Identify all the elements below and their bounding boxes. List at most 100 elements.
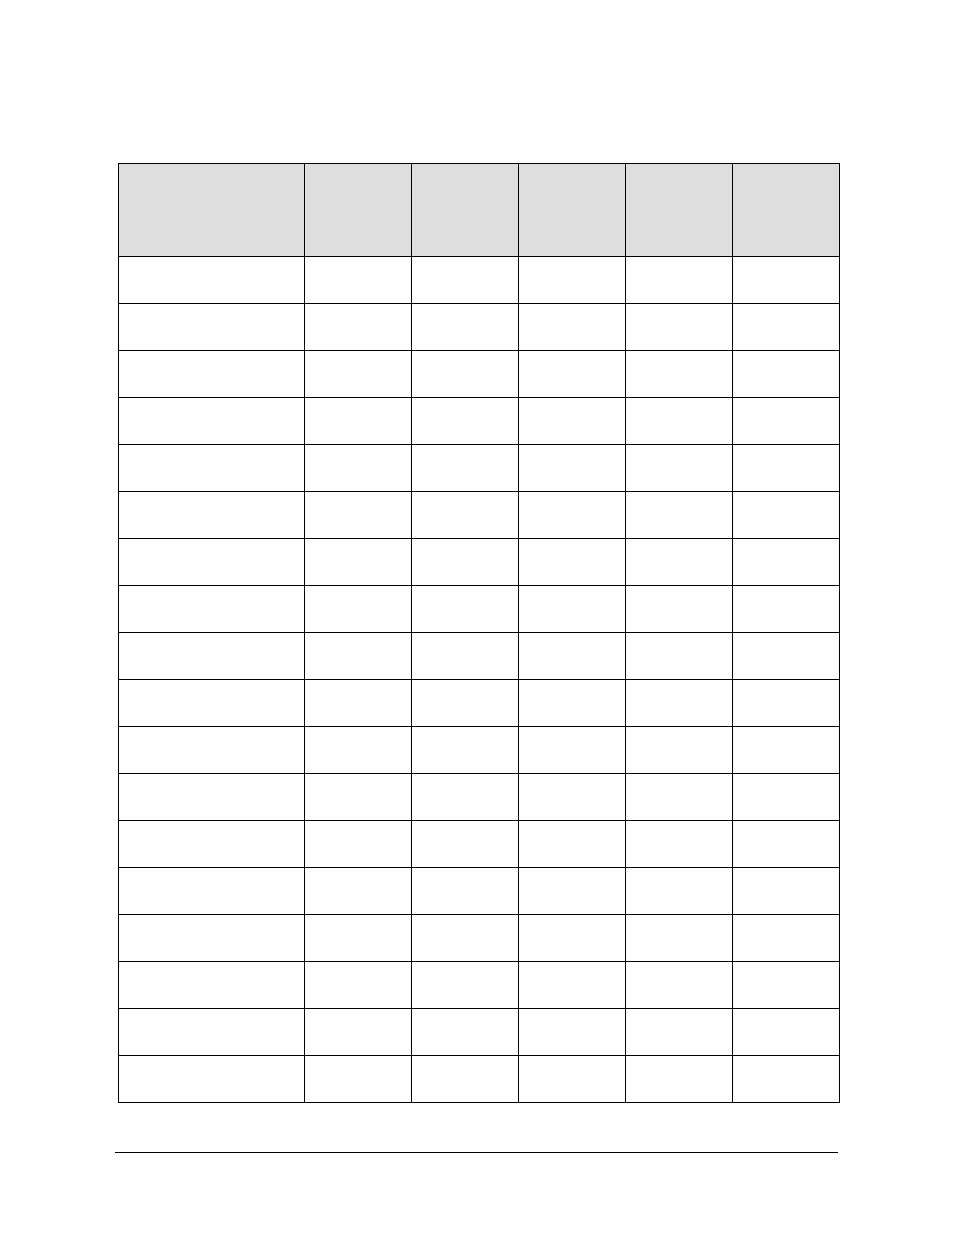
- table-row: [119, 492, 840, 539]
- table-cell: [733, 445, 840, 492]
- table-cell: [626, 539, 733, 586]
- table-cell: [519, 868, 626, 915]
- table-cell: [733, 962, 840, 1009]
- table-row: [119, 1009, 840, 1056]
- footer-divider: [115, 1152, 838, 1153]
- table-row: [119, 445, 840, 492]
- table-cell: [519, 257, 626, 304]
- table-cell: [119, 586, 305, 633]
- table-cell: [626, 774, 733, 821]
- table-cell: [119, 492, 305, 539]
- table-cell: [626, 868, 733, 915]
- table-cell: [733, 680, 840, 727]
- table-cell: [412, 492, 519, 539]
- table-cell: [519, 680, 626, 727]
- table-row: [119, 398, 840, 445]
- table-cell: [305, 680, 412, 727]
- table-cell: [305, 398, 412, 445]
- table-cell: [305, 821, 412, 868]
- table-cell: [412, 257, 519, 304]
- table-cell: [519, 962, 626, 1009]
- table-cell: [119, 304, 305, 351]
- table-cell: [305, 774, 412, 821]
- table-cell: [412, 445, 519, 492]
- table-cell: [733, 1056, 840, 1103]
- table-cell: [733, 915, 840, 962]
- table-cell: [412, 821, 519, 868]
- table-cell: [305, 962, 412, 1009]
- table-cell: [626, 727, 733, 774]
- table-cell: [733, 304, 840, 351]
- table-header-cell: [119, 164, 305, 257]
- table-cell: [733, 351, 840, 398]
- table-cell: [733, 633, 840, 680]
- table-cell: [119, 351, 305, 398]
- table-cell: [733, 398, 840, 445]
- table-cell: [519, 633, 626, 680]
- table-row: [119, 727, 840, 774]
- table-cell: [412, 304, 519, 351]
- table-cell: [733, 257, 840, 304]
- table-cell: [119, 915, 305, 962]
- table-cell: [305, 304, 412, 351]
- table-cell: [733, 727, 840, 774]
- table-cell: [305, 868, 412, 915]
- table-cell: [519, 774, 626, 821]
- table-row: [119, 633, 840, 680]
- table-cell: [412, 727, 519, 774]
- table-cell: [626, 962, 733, 1009]
- table-cell: [412, 398, 519, 445]
- table-cell: [305, 445, 412, 492]
- table-cell: [626, 633, 733, 680]
- table-cell: [519, 586, 626, 633]
- table-cell: [519, 351, 626, 398]
- table-header-cell: [519, 164, 626, 257]
- table-cell: [119, 774, 305, 821]
- table-row: [119, 586, 840, 633]
- table-cell: [519, 398, 626, 445]
- table-header-cell: [305, 164, 412, 257]
- table-cell: [119, 821, 305, 868]
- table-cell: [119, 539, 305, 586]
- table-cell: [119, 1056, 305, 1103]
- table-cell: [412, 586, 519, 633]
- table-row: [119, 868, 840, 915]
- table-row: [119, 351, 840, 398]
- table-cell: [626, 304, 733, 351]
- table-cell: [412, 680, 519, 727]
- table-cell: [733, 586, 840, 633]
- table-header-cell: [412, 164, 519, 257]
- table-cell: [412, 962, 519, 1009]
- table-cell: [626, 257, 733, 304]
- table-cell: [519, 1009, 626, 1056]
- table-cell: [519, 915, 626, 962]
- table-cell: [305, 915, 412, 962]
- table-cell: [305, 1056, 412, 1103]
- table-cell: [305, 727, 412, 774]
- table-cell: [519, 492, 626, 539]
- table-cell: [412, 633, 519, 680]
- table-cell: [119, 727, 305, 774]
- table-cell: [305, 633, 412, 680]
- table-cell: [519, 539, 626, 586]
- table-row: [119, 680, 840, 727]
- table-header-cell: [733, 164, 840, 257]
- table-cell: [119, 445, 305, 492]
- table-cell: [626, 445, 733, 492]
- data-table: [118, 163, 840, 1103]
- table-cell: [119, 257, 305, 304]
- table-row: [119, 539, 840, 586]
- table-header-cell: [626, 164, 733, 257]
- table-cell: [626, 351, 733, 398]
- table-cell: [626, 398, 733, 445]
- table-row: [119, 257, 840, 304]
- table-row: [119, 915, 840, 962]
- table-cell: [119, 962, 305, 1009]
- table-row: [119, 1056, 840, 1103]
- table-cell: [733, 492, 840, 539]
- table-cell: [733, 821, 840, 868]
- table-cell: [119, 680, 305, 727]
- table-header-row: [119, 164, 840, 257]
- table-cell: [119, 1009, 305, 1056]
- table-cell: [626, 680, 733, 727]
